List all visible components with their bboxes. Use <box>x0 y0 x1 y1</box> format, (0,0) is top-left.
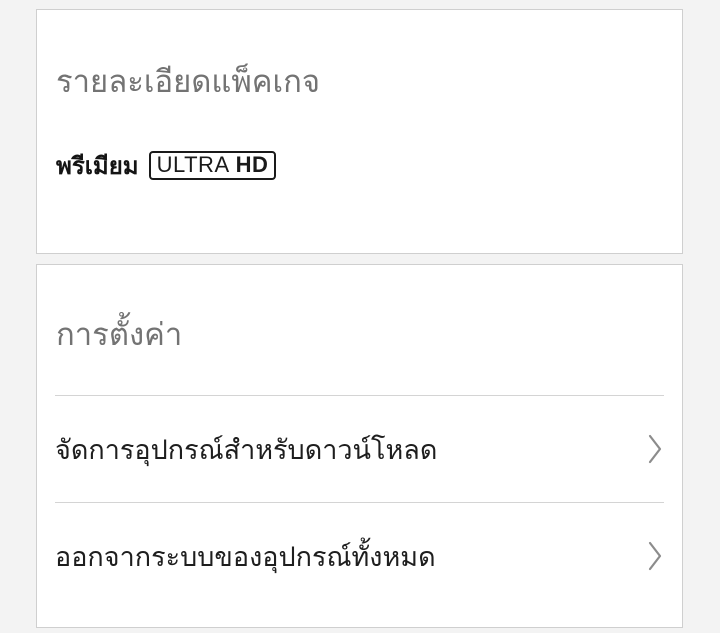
menu-item-label: จัดการอุปกรณ์สำหรับดาวน์โหลด <box>55 434 438 466</box>
settings-card: การตั้งค่า จัดการอุปกรณ์สำหรับดาวน์โหลด … <box>36 264 683 628</box>
menu-item-label: ออกจากระบบของอุปกรณ์ทั้งหมด <box>55 541 436 573</box>
plan-name: พรีเมียม <box>56 151 139 180</box>
plan-info: พรีเมียม ULTRA HD <box>56 148 277 182</box>
badge-ultra-text: ULTRA <box>156 152 230 177</box>
manage-download-devices-item[interactable]: จัดการอุปกรณ์สำหรับดาวน์โหลด <box>55 396 664 502</box>
ultra-hd-badge: ULTRA HD <box>148 150 277 180</box>
sign-out-all-devices-item[interactable]: ออกจากระบบของอุปกรณ์ทั้งหมด <box>55 503 664 609</box>
plan-details-title: รายละเอียดแพ็คเกจ <box>56 64 321 100</box>
badge-hd-text: HD <box>235 152 269 177</box>
chevron-right-icon <box>648 434 662 464</box>
settings-title: การตั้งค่า <box>56 317 183 353</box>
plan-details-card: รายละเอียดแพ็คเกจ พรีเมียม ULTRA HD <box>36 9 683 254</box>
chevron-right-icon <box>648 541 662 571</box>
